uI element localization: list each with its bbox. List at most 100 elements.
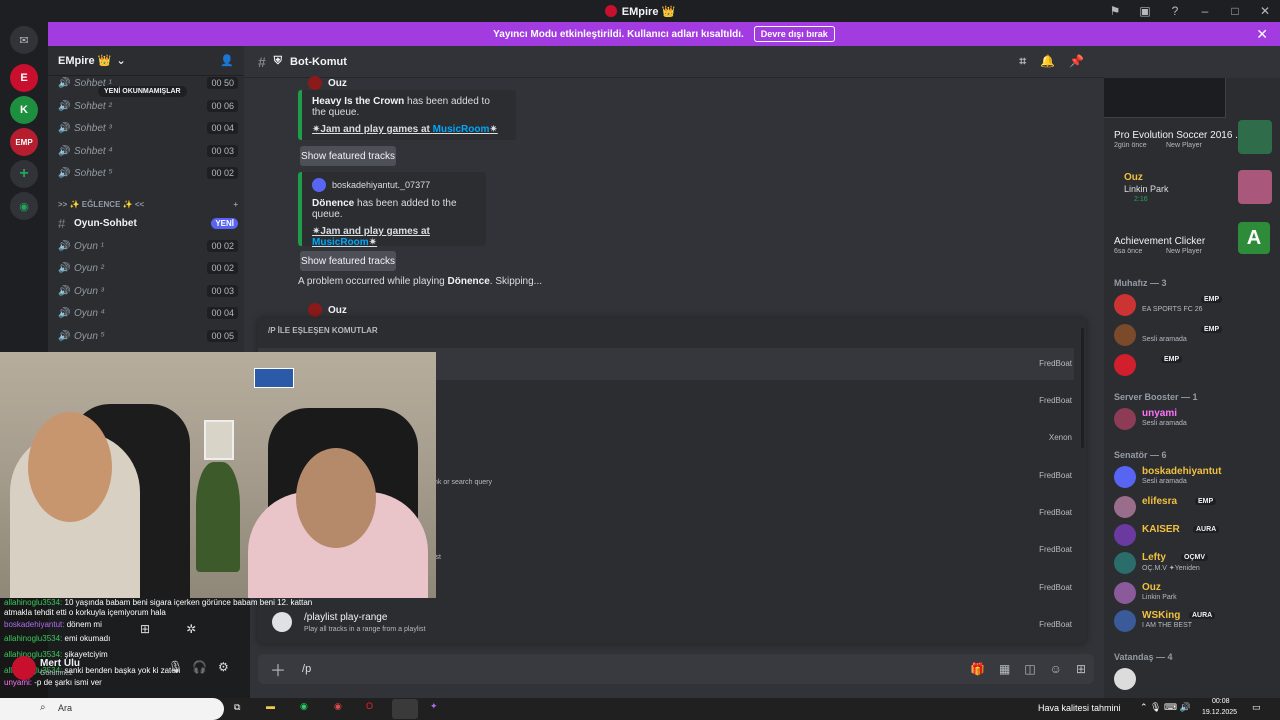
voice-channel[interactable]: 🔊 Oyun ³ 00 03 bbox=[58, 282, 238, 300]
avatar bbox=[1114, 582, 1136, 604]
add-server-icon[interactable]: + bbox=[10, 160, 38, 188]
help-icon[interactable]: ? bbox=[1160, 4, 1190, 18]
threads-icon[interactable]: ⌗ bbox=[1019, 54, 1026, 69]
message-input[interactable]: /p bbox=[302, 663, 311, 675]
settings-gear-icon[interactable]: ⚙ bbox=[218, 660, 229, 674]
disable-streamer-mode-button[interactable]: Devre dışı bırak bbox=[753, 26, 835, 42]
album-thumbnail bbox=[1238, 170, 1272, 204]
member-item[interactable]: EMP Sesli aramada bbox=[1114, 322, 1278, 350]
musicroom-link[interactable]: MusicRoom bbox=[312, 237, 369, 248]
sticker-icon[interactable]: ◫ bbox=[1024, 662, 1035, 676]
minimize-icon[interactable]: – bbox=[1190, 4, 1220, 18]
stream-preview[interactable] bbox=[1104, 78, 1226, 118]
avatar[interactable] bbox=[308, 303, 322, 317]
app-icon[interactable]: ✦ bbox=[430, 701, 438, 712]
voice-channel[interactable]: 🔊 Sohbet ³ 00 04 bbox=[58, 119, 238, 137]
emoji-icon[interactable]: ☺ bbox=[1050, 662, 1062, 676]
voice-channel[interactable]: 🔊 Oyun ⁵ 00 05 bbox=[58, 327, 238, 345]
close-icon[interactable]: ✕ bbox=[1250, 4, 1280, 18]
popup-scrollbar[interactable] bbox=[1081, 328, 1084, 448]
task-view-icon[interactable]: ⧉ bbox=[234, 702, 240, 713]
member-item[interactable]: elifesra EMP bbox=[1114, 494, 1278, 522]
text-channel[interactable]: # Oyun-Sohbet YENİ bbox=[58, 214, 238, 232]
server-header[interactable]: EMpire 👑 ⌄ 👤 bbox=[48, 46, 244, 76]
voice-channel[interactable]: 🔊 Oyun ² 00 02 bbox=[58, 259, 238, 277]
voice-channel[interactable]: 🔊 Sohbet ⁴ 00 03 bbox=[58, 142, 238, 160]
activities-icon[interactable]: ⊞ bbox=[140, 622, 150, 642]
bell-icon[interactable]: 🔔 bbox=[1040, 54, 1055, 69]
message-author[interactable]: Ouz bbox=[308, 76, 347, 90]
member-activity[interactable]: Ouz Linkin Park 2:16 bbox=[1114, 170, 1278, 204]
member-item[interactable]: boskadehiyantut Sesli aramada bbox=[1114, 464, 1278, 492]
soundboard-icon[interactable]: ✲ bbox=[186, 622, 196, 642]
discord-taskbar-icon[interactable] bbox=[392, 699, 418, 719]
app-icon[interactable]: ◉ bbox=[334, 701, 342, 712]
pin-icon[interactable]: 📌 bbox=[1069, 54, 1084, 69]
member-activity[interactable]: Achievement Clicker 6sa önce New Player … bbox=[1114, 222, 1278, 262]
avatar[interactable] bbox=[12, 656, 36, 680]
tray-icons[interactable]: ⌃ 🎙 ⌨ 🔊 bbox=[1140, 702, 1191, 713]
member-item[interactable]: WSKing AURA I AM THE BEST bbox=[1114, 608, 1278, 636]
member-item[interactable]: Ouz Linkin Park bbox=[1114, 580, 1278, 608]
voice-channel[interactable]: 🔊 Sohbet ¹ 00 50 bbox=[58, 74, 238, 92]
command-provider: FredBoat bbox=[1039, 545, 1072, 554]
discord-home-icon[interactable]: ✉ bbox=[10, 26, 38, 54]
voice-channel[interactable]: 🔊 Sohbet ⁵ 00 02 bbox=[58, 164, 238, 182]
speaker-icon: 🔊 bbox=[58, 240, 71, 252]
member-item[interactable]: KAISER AURA bbox=[1114, 522, 1278, 550]
chat-line: allahinoglu3534: 10 yaşında babam beni s… bbox=[4, 598, 324, 607]
file-explorer-icon[interactable]: ▬ bbox=[266, 701, 275, 711]
channel-name: Oyun ¹ bbox=[74, 240, 105, 252]
track-name: Dönence bbox=[447, 276, 490, 287]
member-item[interactable]: Lefty OÇMV OÇ.M.V ✦Yeniden bbox=[1114, 550, 1278, 578]
whatsapp-icon[interactable]: ◉ bbox=[300, 701, 308, 712]
notification-icon[interactable]: ▭ bbox=[1252, 702, 1261, 713]
monitor-icon[interactable]: ▣ bbox=[1130, 4, 1160, 18]
channel-count: 00 03 bbox=[207, 145, 238, 157]
member-item[interactable]: EMP bbox=[1114, 352, 1278, 380]
message-input-bar[interactable]: ＋ /p 🎁 ▦ ◫ ☺ ⊞ bbox=[258, 654, 1094, 684]
member-activity[interactable]: Pro Evolution Soccer 2016 ... 2gün önce … bbox=[1114, 120, 1278, 156]
maximize-icon[interactable]: □ bbox=[1220, 4, 1250, 18]
member-item[interactable] bbox=[1114, 666, 1278, 694]
clock-time[interactable]: 00:08 bbox=[1212, 698, 1230, 705]
discover-icon[interactable]: ◉ bbox=[10, 192, 38, 220]
member-item[interactable]: EMP EA SPORTS FC 26 bbox=[1114, 292, 1278, 320]
search-box[interactable]: ⌕ Ara bbox=[0, 698, 224, 720]
command-row[interactable]: /playlist play-range Play all tracks in … bbox=[272, 610, 672, 640]
avatar[interactable] bbox=[308, 76, 322, 90]
category-header[interactable]: >> ✨ EĞLENCE ✨ << + bbox=[58, 195, 238, 213]
add-channel-icon[interactable]: + bbox=[233, 200, 238, 209]
command-provider: FredBoat bbox=[1039, 471, 1072, 480]
gif-icon[interactable]: ▦ bbox=[999, 662, 1010, 676]
member-status: Sesli aramada bbox=[1142, 336, 1187, 343]
attach-plus-icon[interactable]: ＋ bbox=[270, 657, 286, 681]
voice-channel[interactable]: 🔊 Oyun ⁴ 00 04 bbox=[58, 304, 238, 322]
channel-count: 00 02 bbox=[207, 262, 238, 274]
server-icon-2[interactable]: K bbox=[10, 96, 38, 124]
message-embed: Heavy Is the Crown has been added to the… bbox=[298, 90, 516, 140]
voice-channel[interactable]: 🔊 Oyun ¹ 00 02 bbox=[58, 237, 238, 255]
voice-channel[interactable]: 🔊 Sohbet ² 00 06 bbox=[58, 97, 238, 115]
weather-text[interactable]: Hava kalitesi tahmini bbox=[1038, 703, 1121, 713]
musicroom-link[interactable]: MusicRoom bbox=[433, 124, 490, 135]
server-icon-1[interactable]: E bbox=[10, 64, 38, 92]
banner-close-icon[interactable]: ✕ bbox=[1256, 26, 1268, 43]
mic-icon[interactable]: 🎙 bbox=[168, 660, 183, 674]
inbox-icon[interactable]: ⚑ bbox=[1100, 4, 1130, 18]
show-featured-tracks-button[interactable]: Show featured tracks bbox=[300, 251, 396, 271]
apps-icon[interactable]: ⊞ bbox=[1076, 662, 1086, 676]
show-featured-tracks-button[interactable]: Show featured tracks bbox=[300, 146, 396, 166]
server-icon-3[interactable]: EMP bbox=[10, 128, 38, 156]
avatar bbox=[1114, 466, 1136, 488]
add-member-icon[interactable]: 👤 bbox=[220, 54, 234, 67]
gift-icon[interactable]: 🎁 bbox=[970, 662, 985, 676]
clock-date[interactable]: 19.12.2025 bbox=[1202, 709, 1237, 716]
message-author[interactable]: Ouz bbox=[308, 303, 347, 317]
avatar bbox=[1114, 408, 1136, 430]
opera-icon[interactable]: O bbox=[366, 701, 373, 711]
member-item[interactable]: unyami Sesli aramada bbox=[1114, 406, 1278, 434]
person-left-head bbox=[28, 412, 112, 522]
command-provider: FredBoat bbox=[1039, 583, 1072, 592]
headphones-icon[interactable]: 🎧 bbox=[192, 660, 207, 674]
